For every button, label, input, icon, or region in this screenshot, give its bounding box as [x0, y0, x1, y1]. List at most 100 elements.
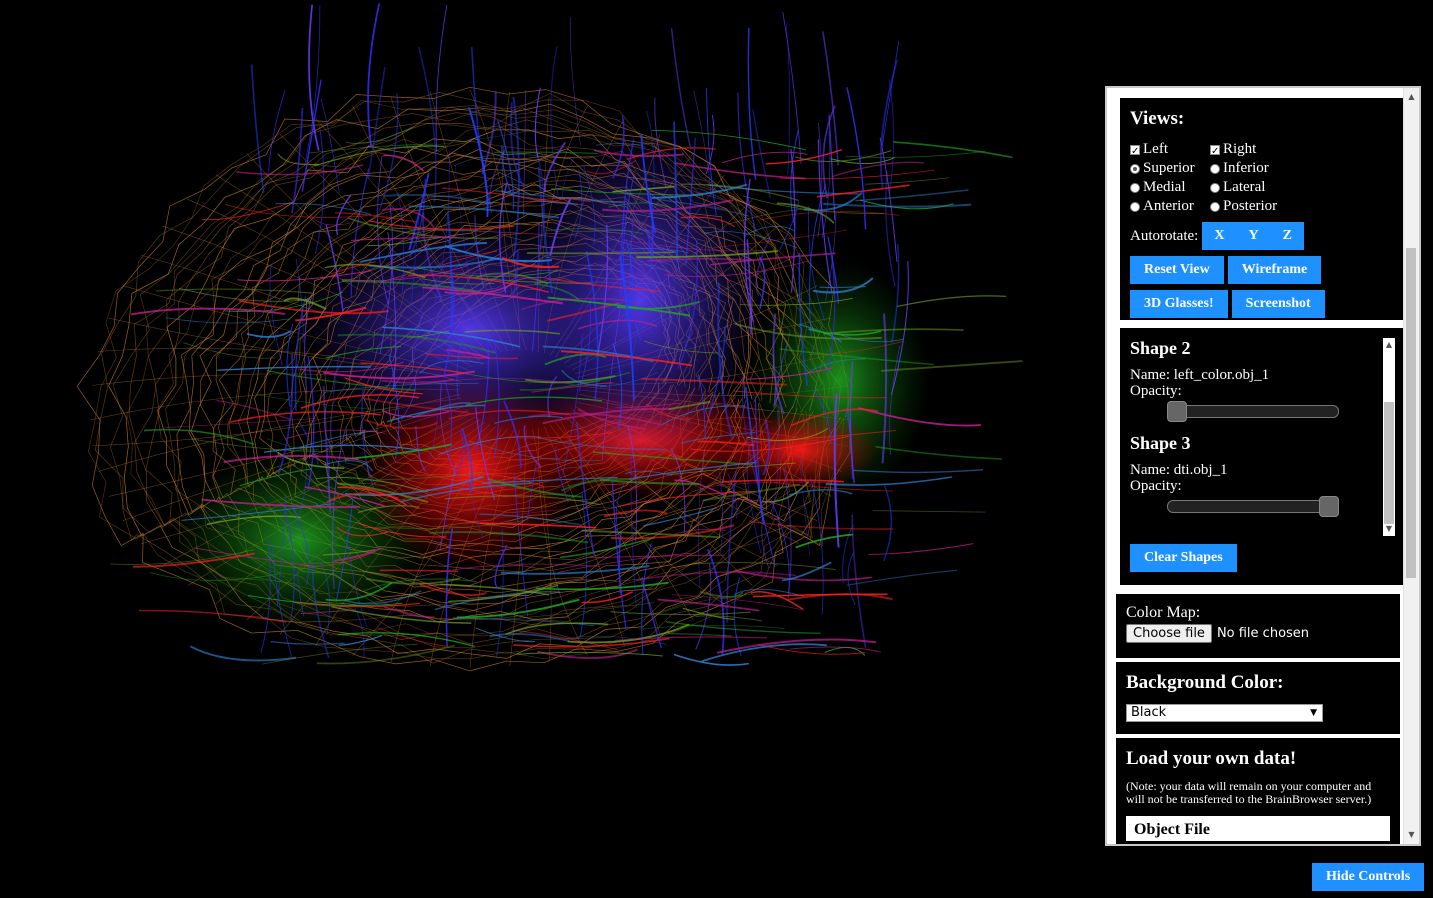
radio-icon[interactable] — [1210, 163, 1220, 174]
fiber-strand — [883, 485, 893, 562]
autorotate-z-button[interactable]: Z — [1270, 222, 1304, 250]
background-color-select[interactable]: Black ▼ — [1126, 704, 1323, 722]
color-map-file-input[interactable]: Choose file No file chosen — [1126, 624, 1390, 643]
panel-scrollbar[interactable]: ▲ ▼ — [1403, 88, 1419, 844]
brain-3d-viewer[interactable] — [0, 0, 1100, 898]
fiber-strand — [822, 202, 972, 208]
fiber-strand — [236, 164, 364, 176]
scroll-up-icon[interactable]: ▲ — [1404, 90, 1419, 104]
fiber-strand — [435, 4, 448, 152]
fiber-strand — [673, 653, 749, 666]
screenshot-button[interactable]: Screenshot — [1231, 290, 1325, 318]
checkbox-icon[interactable] — [1210, 142, 1220, 161]
view-anterior-radio[interactable]: Anterior — [1130, 197, 1210, 216]
slider-track — [1167, 405, 1339, 418]
shape-list[interactable]: Shape 2 Name: left_color.obj_1 Opacity: … — [1130, 338, 1393, 536]
view-right-checkbox[interactable]: Right — [1210, 140, 1310, 161]
brain-render[interactable] — [0, 0, 1100, 898]
fiber-strand — [667, 632, 732, 637]
fiber-strand — [795, 150, 892, 163]
fiber-strand — [779, 169, 935, 180]
fiber-strand — [855, 189, 969, 202]
shape-name: Name: left_color.obj_1 — [1130, 367, 1270, 383]
chevron-down-icon: ▼ — [1310, 708, 1317, 718]
controls-panel[interactable]: Views: Left Right Superior Inferior Medi… — [1105, 86, 1421, 846]
color-map-section: Color Map: Choose file No file chosen — [1116, 594, 1400, 658]
clear-shapes-button[interactable]: Clear Shapes — [1130, 544, 1237, 572]
reset-view-button[interactable]: Reset View — [1130, 256, 1224, 284]
views-title: Views: — [1130, 108, 1185, 129]
fiber-strand — [707, 548, 725, 655]
view-superior-radio[interactable]: Superior — [1130, 159, 1210, 178]
fiber-strand — [782, 12, 802, 165]
view-buttons-row-1: Reset View Wireframe — [1130, 256, 1393, 284]
fiber-strand — [383, 154, 425, 172]
slider-handle[interactable] — [1167, 401, 1187, 422]
fiber-strand — [270, 640, 345, 645]
opacity-slider[interactable] — [1167, 494, 1339, 518]
radio-icon[interactable] — [1130, 163, 1140, 174]
fiber-strand — [335, 194, 352, 236]
autorotate-y-button[interactable]: Y — [1236, 222, 1271, 250]
autorotate-row: Autorotate: X Y Z — [1130, 222, 1393, 250]
autorotate-label: Autorotate: — [1130, 227, 1199, 244]
object-file-section: Object File — [1126, 816, 1390, 841]
radio-icon[interactable] — [1210, 201, 1220, 212]
autorotate-axes: X Y Z — [1202, 222, 1304, 250]
fiber-strand — [881, 40, 900, 149]
opacity-label: Opacity: — [1130, 383, 1182, 399]
load-data-section: Load your own data! (Note: your data wil… — [1116, 738, 1400, 844]
fiber-strand — [896, 295, 1007, 308]
slider-handle[interactable] — [1319, 496, 1339, 517]
fiber-strand — [733, 577, 742, 657]
choose-file-button[interactable]: Choose file — [1126, 624, 1212, 643]
autorotate-x-button[interactable]: X — [1202, 222, 1237, 250]
fiber-strand — [879, 59, 898, 189]
views-section: Views: Left Right Superior Inferior Medi… — [1120, 98, 1403, 320]
scroll-down-icon[interactable]: ▼ — [1383, 522, 1395, 536]
fiber-strand — [367, 67, 386, 179]
fiber-strand — [851, 514, 867, 648]
fiber-strand — [872, 510, 986, 513]
scroll-up-icon[interactable]: ▲ — [1383, 338, 1395, 352]
checkbox-icon[interactable] — [1130, 142, 1140, 161]
radio-icon[interactable] — [1210, 182, 1220, 193]
radio-icon[interactable] — [1130, 201, 1140, 212]
fiber-strand — [130, 307, 286, 316]
view-lateral-radio[interactable]: Lateral — [1210, 178, 1310, 197]
fiber-strand — [845, 151, 986, 158]
fiber-strand — [367, 3, 381, 149]
fiber-strand — [660, 593, 761, 614]
scroll-thumb[interactable] — [1406, 248, 1416, 578]
fiber-strand — [229, 411, 381, 423]
file-status: No file chosen — [1216, 626, 1310, 641]
shape-title: Shape 3 — [1130, 433, 1191, 453]
radio-icon[interactable] — [1130, 182, 1140, 193]
fiber-strand — [868, 543, 974, 555]
shape-list-scrollbar[interactable]: ▲ ▼ — [1383, 338, 1395, 536]
fiber-strand — [864, 177, 949, 185]
color-map-label: Color Map: — [1126, 604, 1201, 621]
view-posterior-radio[interactable]: Posterior — [1210, 197, 1310, 216]
fiber-strand — [665, 621, 821, 634]
shape-item: Shape 3 Name: dti.obj_1 Opacity: — [1130, 433, 1375, 518]
view-options: Left Right Superior Inferior Medial Late… — [1130, 140, 1393, 216]
background-color-title: Background Color: — [1126, 672, 1284, 693]
wireframe-button[interactable]: Wireframe — [1227, 256, 1322, 284]
fiber-strand — [831, 161, 925, 178]
fiber-strand — [383, 606, 435, 619]
scroll-thumb[interactable] — [1384, 402, 1394, 524]
hide-controls-button[interactable]: Hide Controls — [1312, 863, 1425, 891]
fiber-strand — [747, 27, 757, 181]
fiber-strand — [246, 330, 291, 338]
view-left-checkbox[interactable]: Left — [1130, 140, 1210, 161]
3d-glasses-button[interactable]: 3D Glasses! — [1130, 290, 1228, 318]
view-inferior-radio[interactable]: Inferior — [1210, 159, 1310, 178]
view-buttons-row-2: 3D Glasses! Screenshot — [1130, 290, 1393, 318]
opacity-slider[interactable] — [1167, 399, 1339, 423]
fiber-strand — [789, 646, 881, 653]
scroll-down-icon[interactable]: ▼ — [1404, 828, 1419, 842]
view-medial-radio[interactable]: Medial — [1130, 178, 1210, 197]
load-data-note: (Note: your data will remain on your com… — [1126, 779, 1372, 806]
opacity-label: Opacity: — [1130, 478, 1182, 494]
